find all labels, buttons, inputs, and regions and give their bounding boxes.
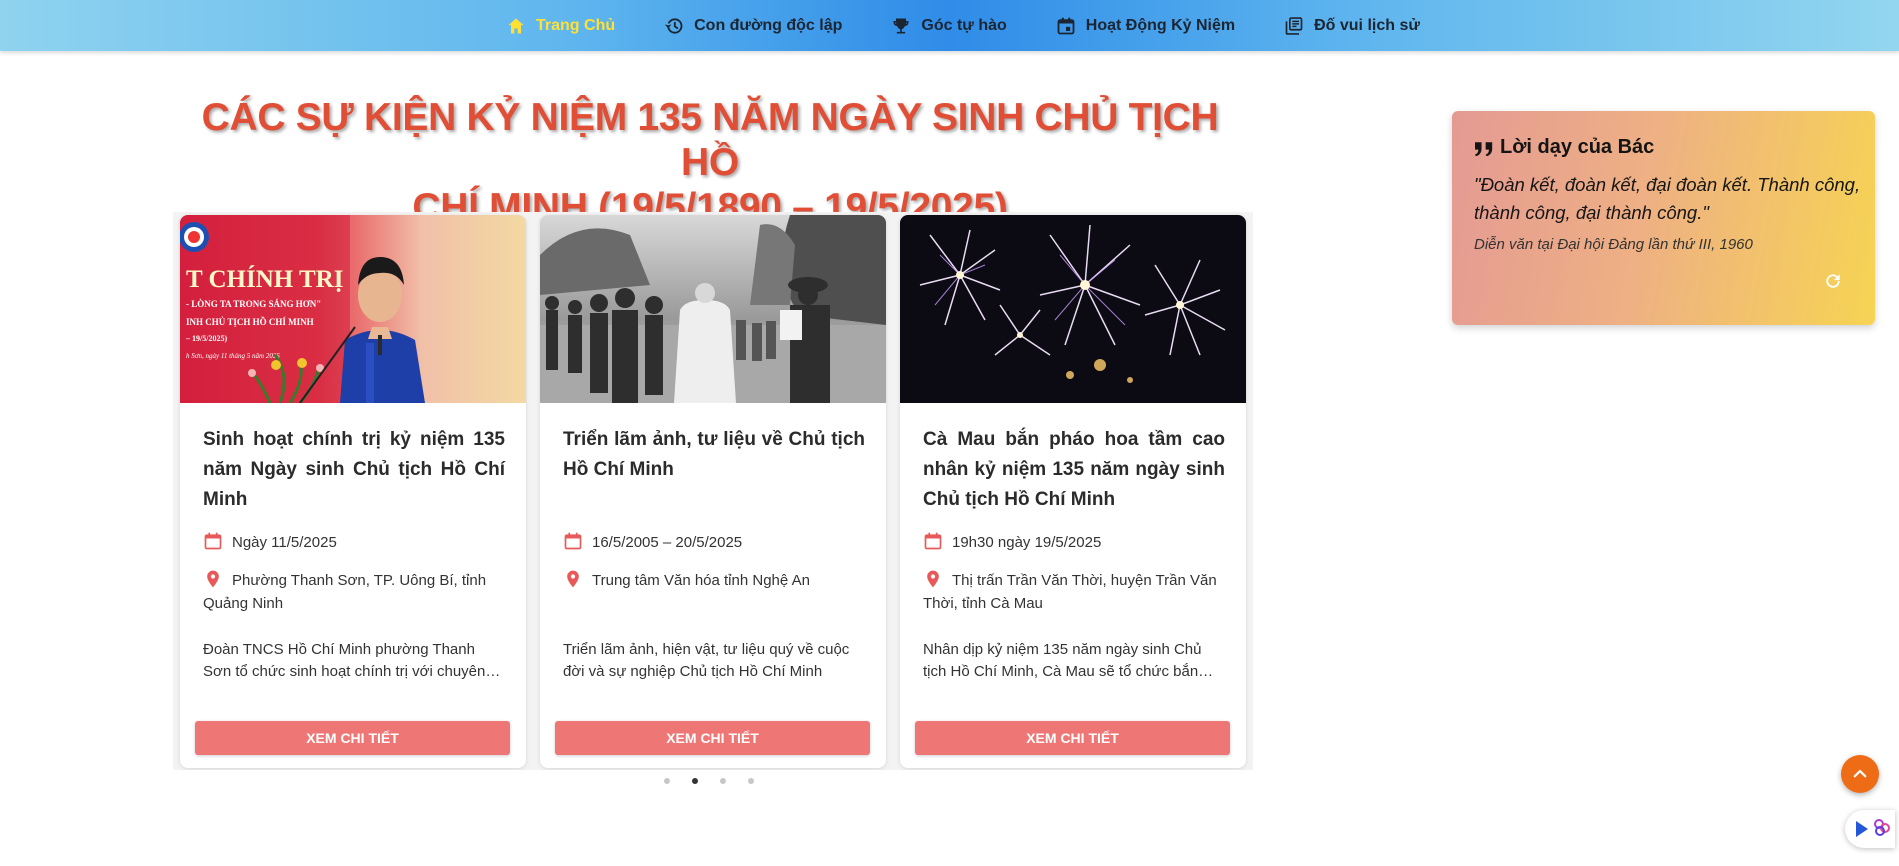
event-date: Ngày 11/5/2025 [203,531,508,554]
event-description: Đoàn TNCS Hồ Chí Minh phường Thanh Sơn t… [203,641,486,680]
event-date: 19h30 ngày 19/5/2025 [923,531,1228,554]
event-description: Nhân dịp kỷ niệm 135 năm ngày sinh Chủ t… [923,641,1202,680]
nav-item-history-quiz[interactable]: Đố vui lịch sử [1284,0,1420,51]
banner-text: INH CHỦ TỊCH HỒ CHÍ MINH [186,317,314,327]
home-icon [506,16,526,36]
event-date-text: 19h30 ngày 19/5/2025 [952,534,1102,551]
event-location-text: Phường Thanh Sơn, TP. Uông Bí, tỉnh Quản… [203,572,487,612]
event-date-text: Ngày 11/5/2025 [232,534,337,551]
back-to-top-button[interactable] [1841,755,1879,793]
quote-heading-text: Lời dạy của Bác [1500,136,1655,158]
event-card: Triển lãm ảnh, tư liệu về Chủ tịch Hồ Ch… [540,215,886,768]
event-title: Triển lãm ảnh, tư liệu về Chủ tịch Hồ Ch… [563,429,865,480]
banner-text: T CHÍNH TRỊ [186,265,343,293]
calendar-icon [1056,16,1076,36]
trophy-icon [891,16,911,36]
quote-heading: Lời dạy của Bác [1474,136,1654,159]
banner-text: - LÒNG TA TRONG SÁNG HƠN" [186,299,321,309]
history-icon [664,16,684,36]
page-title-line-1: CÁC SỰ KIỆN KỶ NIỆM 135 NĂM NGÀY SINH CH… [201,96,1219,184]
carousel-dot[interactable] [720,778,726,784]
nav-label: Con đường độc lập [694,16,843,34]
nav-label: Hoạt Động Kỷ Niệm [1085,16,1236,34]
nav-label: Đố vui lịch sử [1314,16,1420,34]
calendar-icon [923,531,943,551]
nav-item-home[interactable]: Trang Chủ [506,0,615,51]
quote-text: "Đoàn kết, đoàn kết, đại đoàn kết. Thành… [1474,174,1861,223]
calendar-icon [203,531,223,551]
view-details-button[interactable]: XEM CHI TIẾT [555,721,870,755]
nav-label: Trang Chủ [536,16,616,34]
page-title: CÁC SỰ KIỆN KỶ NIỆM 135 NĂM NGÀY SINH CH… [170,95,1250,230]
event-location-text: Thị trấn Trần Văn Thời, huyện Trần Văn T… [923,572,1217,612]
events-carousel[interactable]: T CHÍNH TRỊ - LÒNG TA TRONG SÁNG HƠN" IN… [173,212,1253,770]
event-image-historical-photo [540,215,886,403]
event-description: Triển lãm ảnh, hiện vật, tư liệu quý về … [563,641,850,680]
carousel-dot[interactable] [748,778,754,784]
chevron-up-icon [1853,769,1867,778]
view-details-button[interactable]: XEM CHI TIẾT [195,721,510,755]
quote-widget: Lời dạy của Bác "Đoàn kết, đoàn kết, đại… [1452,111,1875,325]
quote-icon [1475,141,1493,156]
nav-item-independence-road[interactable]: Con đường độc lập [664,0,842,51]
nav-label: Góc tự hào [921,16,1007,34]
event-title: Cà Mau bắn pháo hoa tầm cao nhân kỷ niệm… [923,429,1225,510]
banner-text: – 19/5/2025) [185,334,227,343]
refresh-icon[interactable] [1823,271,1843,291]
event-location-text: Trung tâm Văn hóa tỉnh Nghệ An [592,572,810,589]
location-pin-icon [203,569,223,589]
assistant-widget[interactable] [1845,810,1895,848]
event-date-text: 16/5/2005 – 20/5/2025 [592,534,743,551]
event-location: Trung tâm Văn hóa tỉnh Nghệ An [563,569,868,592]
nav-item-commemorative-activities[interactable]: Hoạt Động Kỷ Niệm [1056,0,1235,51]
play-icon [1856,821,1868,837]
carousel-dot[interactable] [664,778,670,784]
carousel-pagination [664,778,776,784]
view-details-button[interactable]: XEM CHI TIẾT [915,721,1230,755]
quote-source: Diễn văn tại Đại hội Đảng lần thứ III, 1… [1474,236,1753,253]
location-pin-icon [923,569,943,589]
event-title: Sinh hoạt chính trị kỷ niệm 135 năm Ngày… [203,429,505,510]
event-date: 16/5/2005 – 20/5/2025 [563,531,868,554]
quiz-icon [1284,16,1304,36]
location-pin-icon [563,569,583,589]
calendar-icon [563,531,583,551]
event-card: T CHÍNH TRỊ - LÒNG TA TRONG SÁNG HƠN" IN… [180,215,526,768]
nav-item-pride-corner[interactable]: Góc tự hào [891,0,1007,51]
event-image-youth-political-session: T CHÍNH TRỊ - LÒNG TA TRONG SÁNG HƠN" IN… [180,215,526,403]
nav-menu: Trang Chủ Con đường độc lập Góc tự hào H… [506,0,1420,51]
top-navbar: Trang Chủ Con đường độc lập Góc tự hào H… [0,0,1899,51]
event-location: Thị trấn Trần Văn Thời, huyện Trần Văn T… [923,569,1228,615]
event-image-fireworks [900,215,1246,403]
carousel-dot-active[interactable] [692,778,698,784]
event-location: Phường Thanh Sơn, TP. Uông Bí, tỉnh Quản… [203,569,508,615]
banner-text: h Sơn, ngày 11 tháng 5 năm 2025 [186,352,280,360]
event-card: Cà Mau bắn pháo hoa tầm cao nhân kỷ niệm… [900,215,1246,768]
